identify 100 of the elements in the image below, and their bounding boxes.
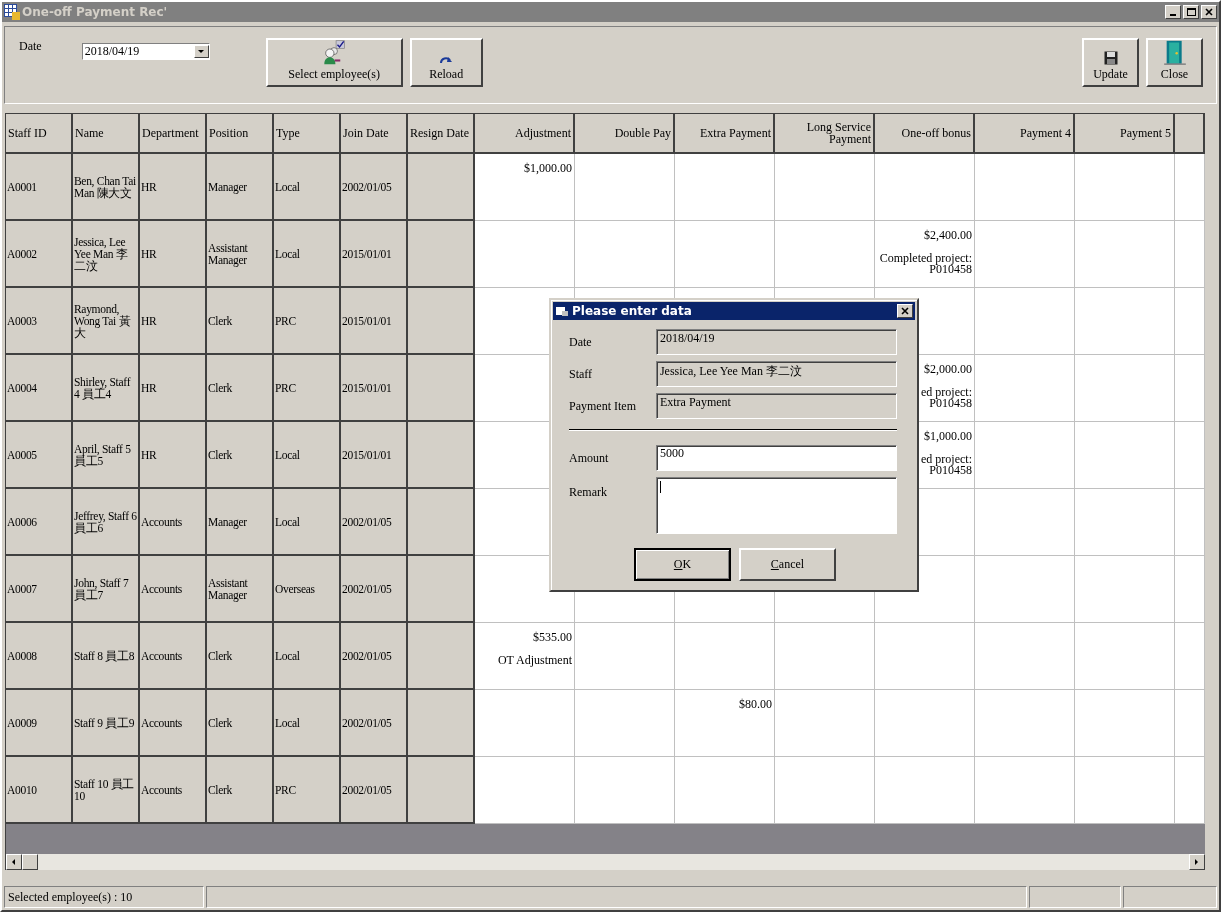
field-label: Remark [569,484,608,500]
right-arrow-icon [1193,858,1201,866]
table-cell: HR [140,154,207,221]
close-button[interactable] [897,304,913,318]
table-cell: 2002/01/05 [341,489,408,556]
close-icon [901,307,909,315]
remark-text: ed project: P010458 [920,454,972,476]
field-label: Date [569,334,593,350]
scroll-right-button[interactable] [1189,854,1205,870]
table-cell: A0004 [6,355,73,422]
table-cell [1175,154,1205,221]
column-header[interactable]: Extra Payment [675,114,775,154]
table-cell: A0008 [6,623,73,690]
table-cell: A0001 [6,154,73,221]
remark-field[interactable] [655,477,897,534]
text-cursor [659,481,661,493]
horizontal-scrollbar[interactable] [6,854,1205,870]
minimize-button[interactable] [1165,5,1181,19]
field-label: Payment Item [569,398,637,414]
table-cell: Assistant Manager [207,556,274,623]
table-cell: Clerk [207,355,274,422]
maximize-button[interactable] [1183,5,1199,19]
dialog-icon [555,305,569,317]
column-header[interactable]: Payment 4 [975,114,1075,154]
left-arrow-icon [10,858,18,866]
column-header[interactable]: Double Pay [575,114,675,154]
column-header[interactable]: Position [207,114,274,154]
table-cell: Manager [207,489,274,556]
table-cell [1175,690,1205,757]
table-cell [408,489,475,556]
table-cell: Clerk [207,422,274,489]
status-text: Selected employee(s) : 10 [4,886,204,908]
column-header[interactable]: Type [274,114,341,154]
table-cell: 2002/01/05 [341,690,408,757]
table-cell: A0007 [6,556,73,623]
close-button[interactable] [1201,5,1217,19]
table-cell: John, Staff 7 員工7 [73,556,140,623]
table-cell: Assistant Manager [207,221,274,288]
table-cell [408,757,475,824]
door-icon [1161,40,1188,65]
column-header[interactable]: Staff ID [6,114,73,154]
table-cell: Accounts [140,757,207,824]
update-button[interactable]: Update [1082,38,1139,87]
table-cell [1175,355,1205,422]
amount-text: $2,400.00 [924,230,972,241]
amount-field[interactable]: 5000 [655,445,897,471]
field-label: Staff [569,366,594,382]
scroll-left-button[interactable] [6,854,22,870]
table-cell: 2002/01/05 [341,556,408,623]
table-cell: Overseas [274,556,341,623]
reload-button[interactable]: Reload [409,38,483,87]
readonly-field: Extra Payment [655,393,897,419]
table-cell: Local [274,221,341,288]
table-cell: 2002/01/05 [341,154,408,221]
table-cell: Local [274,154,341,221]
amount-text: $1,000.00 [524,163,572,174]
column-header[interactable]: Join Date [341,114,408,154]
column-header[interactable]: Resign Date [408,114,475,154]
table-cell: HR [140,355,207,422]
ok-button[interactable]: OK [634,548,731,581]
table-cell: A0002 [6,221,73,288]
table-cell [1175,556,1205,623]
table-cell: A0010 [6,757,73,824]
table-cell: Ben, Chan Tai Man 陳大文 [73,154,140,221]
table-cell [408,422,475,489]
table-cell: April, Staff 5 員工5 [73,422,140,489]
table-cell [1175,757,1205,824]
table-cell: HR [140,288,207,355]
table-cell: Local [274,690,341,757]
table-cell: PRC [274,288,341,355]
close-window-button[interactable]: Close [1146,38,1203,87]
column-header[interactable]: Name [73,114,140,154]
close-icon [1205,8,1213,16]
table-cell: A0009 [6,690,73,757]
readonly-field: 2018/04/19 [655,329,897,355]
redo-arrow-icon [439,55,454,65]
table-cell: Staff 9 員工9 [73,690,140,757]
scroll-thumb[interactable] [22,854,38,870]
table-cell: 2002/01/05 [341,757,408,824]
table-cell: 2015/01/01 [341,422,408,489]
remark-text: OT Adjustment [497,655,572,666]
column-header[interactable]: Adjustment [475,114,575,154]
column-header[interactable]: Payment 5 [1075,114,1175,154]
table-cell: Clerk [207,690,274,757]
table-cell: A0005 [6,422,73,489]
column-header[interactable]: One-off bonus [875,114,975,154]
window-title: One-off Payment Rec' [22,5,169,19]
column-header[interactable]: Department [140,114,207,154]
cancel-button[interactable]: Cancel [739,548,836,581]
select-employee-button[interactable]: Select employee(s) [265,38,403,87]
table-cell [408,623,475,690]
table-cell [408,288,475,355]
date-dropdown[interactable]: 2018/04/19 [81,43,210,60]
column-header[interactable]: Long Service Payment [775,114,875,154]
dropdown-arrow-icon [197,47,206,56]
table-cell: Manager [207,154,274,221]
amount-text: $535.00 [533,632,572,643]
table-cell: 2015/01/01 [341,288,408,355]
table-cell: PRC [274,757,341,824]
table-cell: 2015/01/01 [341,221,408,288]
